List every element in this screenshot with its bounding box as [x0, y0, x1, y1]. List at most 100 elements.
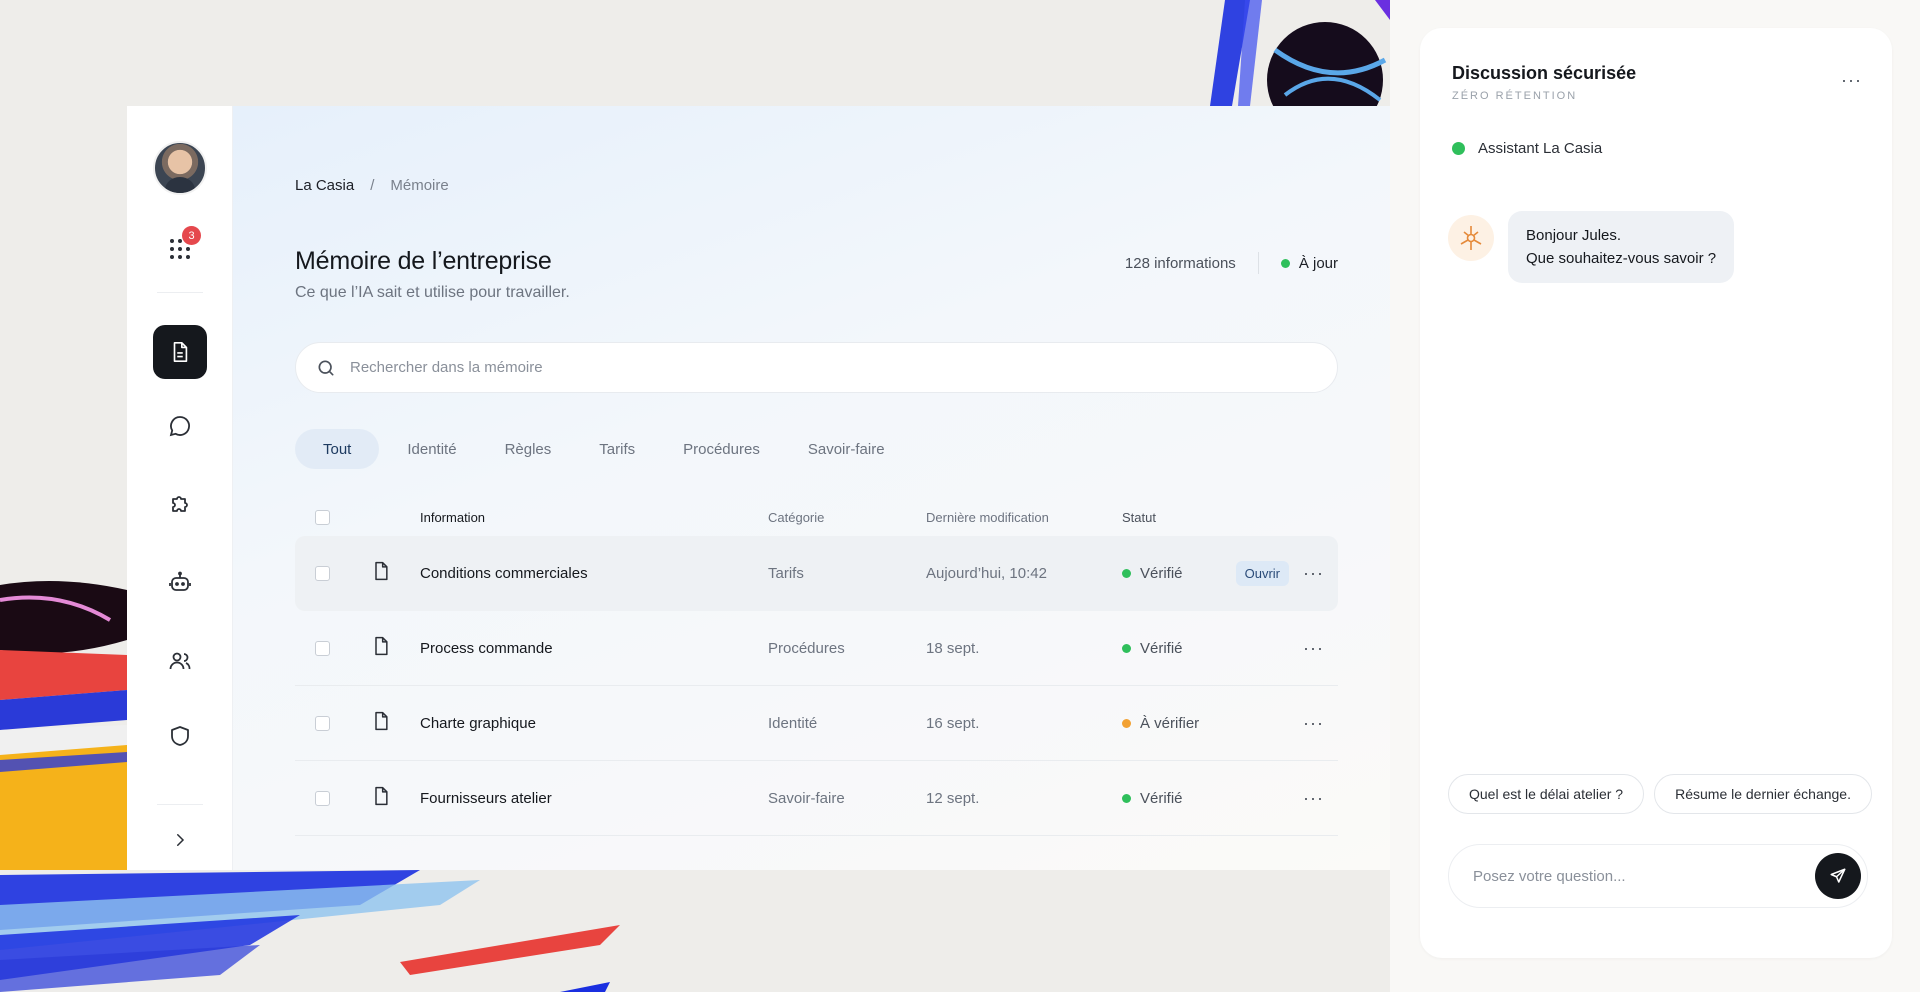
breadcrumb-root[interactable]: La Casia: [295, 177, 354, 194]
breadcrumb-separator: /: [370, 177, 375, 194]
chat-more-options-icon[interactable]: ···: [1841, 70, 1862, 91]
status-dot: [1122, 793, 1131, 803]
table-row[interactable]: Charte graphique Identité 16 sept. À vér…: [295, 686, 1338, 761]
tab-identite[interactable]: Identité: [387, 429, 476, 469]
chevron-right-icon: [177, 834, 185, 846]
row-info: Process commande: [420, 639, 553, 657]
chat-icon: [169, 416, 190, 437]
row-status: À vérifier: [1140, 714, 1200, 732]
document-icon: [173, 342, 188, 362]
row-info: Conditions commerciales: [420, 564, 588, 582]
message-line: Bonjour Jules.: [1526, 227, 1622, 244]
memory-stats: 128 informations À jour: [1125, 252, 1338, 274]
column-header-information[interactable]: Information: [420, 510, 768, 525]
row-category: Procédures: [768, 639, 845, 657]
sync-status: À jour: [1280, 254, 1338, 272]
sidebar-item-security[interactable]: [153, 709, 207, 763]
sync-status-label: À jour: [1298, 254, 1338, 272]
status-dot: [1122, 568, 1131, 578]
suggestion-chip[interactable]: Quel est le délai atelier ?: [1448, 774, 1645, 814]
more-options-icon[interactable]: ···: [1303, 789, 1324, 807]
chat-input[interactable]: [1473, 867, 1815, 885]
page-title: Mémoire de l’entreprise: [295, 247, 552, 275]
memory-table: Information Catégorie Dernière modificat…: [295, 498, 1338, 836]
collapse-sidebar-button[interactable]: [127, 831, 233, 849]
robot-icon: [169, 571, 191, 591]
column-header-category[interactable]: Catégorie: [768, 510, 926, 525]
more-options-icon[interactable]: ···: [1303, 714, 1324, 732]
tab-tout[interactable]: Tout: [295, 429, 380, 469]
shield-icon: [171, 726, 189, 746]
row-category: Savoir-faire: [768, 789, 845, 807]
row-category: Tarifs: [768, 564, 804, 582]
row-status: Vérifié: [1140, 789, 1183, 807]
chat-composer: [1448, 844, 1868, 908]
memory-main: La Casia / Mémoire Mémoire de l’entrepri…: [233, 106, 1390, 870]
sidebar-item-memory[interactable]: [153, 325, 207, 379]
assistant-message: Bonjour Jules. Que souhaitez-vous savoir…: [1508, 211, 1735, 283]
notification-badge: 3: [182, 226, 201, 245]
row-date: 16 sept.: [926, 714, 980, 732]
row-checkbox[interactable]: [315, 715, 330, 731]
stats-divider: [1257, 252, 1259, 274]
row-date: 12 sept.: [926, 789, 980, 807]
tab-savoir-faire[interactable]: Savoir-faire: [788, 429, 905, 469]
row-date: 18 sept.: [926, 639, 980, 657]
column-header-status[interactable]: Statut: [1122, 510, 1226, 525]
send-button[interactable]: [1815, 853, 1861, 899]
app-window: 3 La Casia / Mémoire Mémoire de l’entrep…: [127, 106, 1390, 870]
sidebar-rail: 3: [127, 106, 233, 870]
assistant-logo-icon: [1460, 226, 1482, 250]
table-row[interactable]: Conditions commerciales Tarifs Aujourd’h…: [295, 536, 1338, 611]
rail-divider: [157, 292, 203, 293]
table-row[interactable]: Fournisseurs atelier Savoir-faire 12 sep…: [295, 761, 1338, 836]
search-input[interactable]: [350, 359, 1337, 376]
tab-tarifs[interactable]: Tarifs: [579, 429, 655, 469]
suggestion-chip[interactable]: Résume le dernier échange.: [1654, 774, 1872, 814]
sidebar-item-integrations[interactable]: [153, 478, 207, 532]
rail-divider: [157, 804, 203, 805]
document-icon: [375, 561, 388, 581]
row-category: Identité: [768, 714, 818, 732]
user-avatar[interactable]: [152, 141, 207, 195]
assistant-name: Assistant La Casia: [1478, 140, 1603, 157]
chat-panel: Discussion sécurisée ZÉRO RÉTENTION ··· …: [1420, 28, 1892, 958]
column-header-modified[interactable]: Dernière modification: [926, 510, 1122, 525]
document-icon: [375, 711, 388, 731]
more-options-icon[interactable]: ···: [1303, 639, 1324, 657]
send-icon: [1830, 868, 1846, 883]
tab-procedures[interactable]: Procédures: [663, 429, 780, 469]
row-status: Vérifié: [1140, 564, 1183, 582]
apps-button[interactable]: 3: [153, 222, 207, 276]
search-bar: [295, 342, 1338, 393]
more-options-icon[interactable]: ···: [1303, 564, 1324, 582]
assistant-avatar: [1448, 215, 1494, 261]
table-header: Information Catégorie Dernière modificat…: [295, 498, 1338, 536]
sidebar-item-team[interactable]: [153, 634, 207, 688]
select-all-checkbox[interactable]: [315, 509, 330, 525]
row-info: Charte graphique: [420, 714, 536, 732]
document-icon: [375, 636, 388, 656]
users-icon: [169, 652, 191, 670]
category-tabs: Tout Identité Règles Tarifs Procédures S…: [295, 429, 905, 469]
tab-regles[interactable]: Règles: [485, 429, 572, 469]
puzzle-icon: [172, 496, 188, 512]
status-dot: [1122, 643, 1131, 653]
open-button[interactable]: Ouvrir: [1235, 560, 1290, 586]
row-checkbox[interactable]: [315, 565, 330, 581]
sidebar-item-chat[interactable]: [153, 399, 207, 453]
row-info: Fournisseurs atelier: [420, 789, 552, 807]
row-checkbox[interactable]: [315, 640, 330, 656]
message-line: Que souhaitez-vous savoir ?: [1526, 250, 1717, 267]
row-checkbox[interactable]: [315, 790, 330, 806]
breadcrumb-current: Mémoire: [390, 177, 449, 194]
info-count: 128 informations: [1124, 254, 1236, 272]
search-icon: [318, 360, 334, 375]
online-dot: [1452, 142, 1465, 155]
status-dot: [1122, 718, 1131, 728]
page-subtitle: Ce que l’IA sait et utilise pour travail…: [295, 284, 570, 301]
status-dot: [1280, 258, 1290, 268]
sidebar-item-agents[interactable]: [153, 555, 207, 609]
assistant-status: Assistant La Casia: [1452, 140, 1602, 157]
table-row[interactable]: Process commande Procédures 18 sept. Vér…: [295, 611, 1338, 686]
